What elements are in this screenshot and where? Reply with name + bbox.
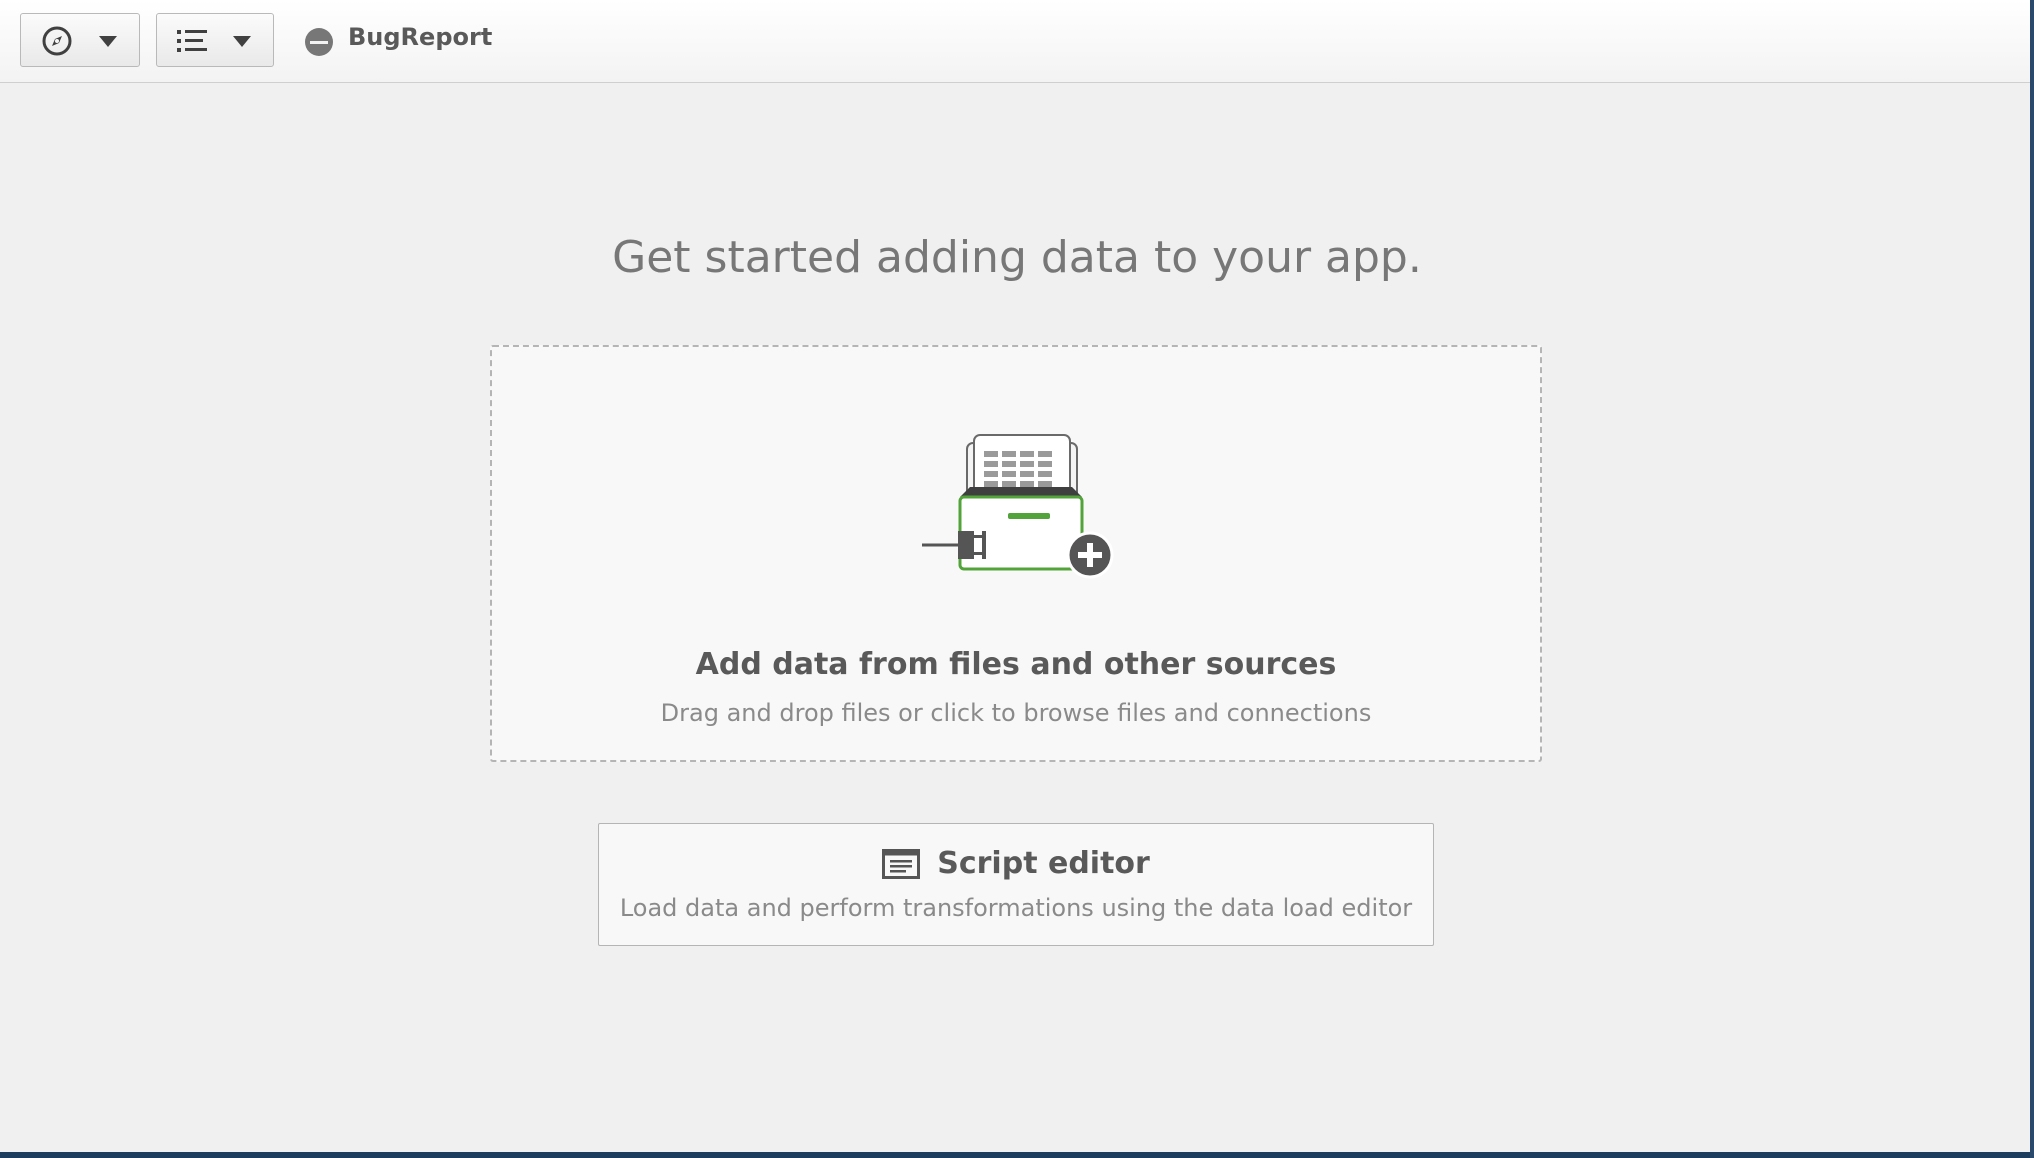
script-editor-icon (882, 848, 921, 879)
window-bottom-border (0, 1152, 2034, 1158)
navigation-menu-button[interactable] (20, 13, 140, 67)
window-right-border (2030, 0, 2034, 1158)
script-editor-title: Script editor (937, 846, 1150, 881)
script-editor-subtitle: Load data and perform transformations us… (619, 894, 1413, 922)
list-icon (177, 30, 207, 52)
add-data-subtitle: Drag and drop files or click to browse f… (660, 699, 1372, 727)
caret-down-icon (99, 36, 117, 47)
compass-icon (42, 26, 72, 56)
app-title: BugReport (348, 23, 493, 51)
sheets-menu-button[interactable] (156, 13, 274, 67)
toolbar: BugReport (0, 0, 2034, 83)
app-icon (305, 28, 333, 56)
caret-down-icon (233, 36, 251, 47)
add-data-illustration (922, 434, 1114, 579)
add-data-title: Add data from files and other sources (695, 647, 1337, 682)
script-editor-button[interactable]: Script editor Load data and perform tran… (598, 823, 1434, 946)
add-data-dropzone[interactable]: Add data from files and other sources Dr… (490, 345, 1542, 762)
page-heading: Get started adding data to your app. (612, 232, 1422, 283)
script-editor-header: Script editor (599, 846, 1433, 881)
